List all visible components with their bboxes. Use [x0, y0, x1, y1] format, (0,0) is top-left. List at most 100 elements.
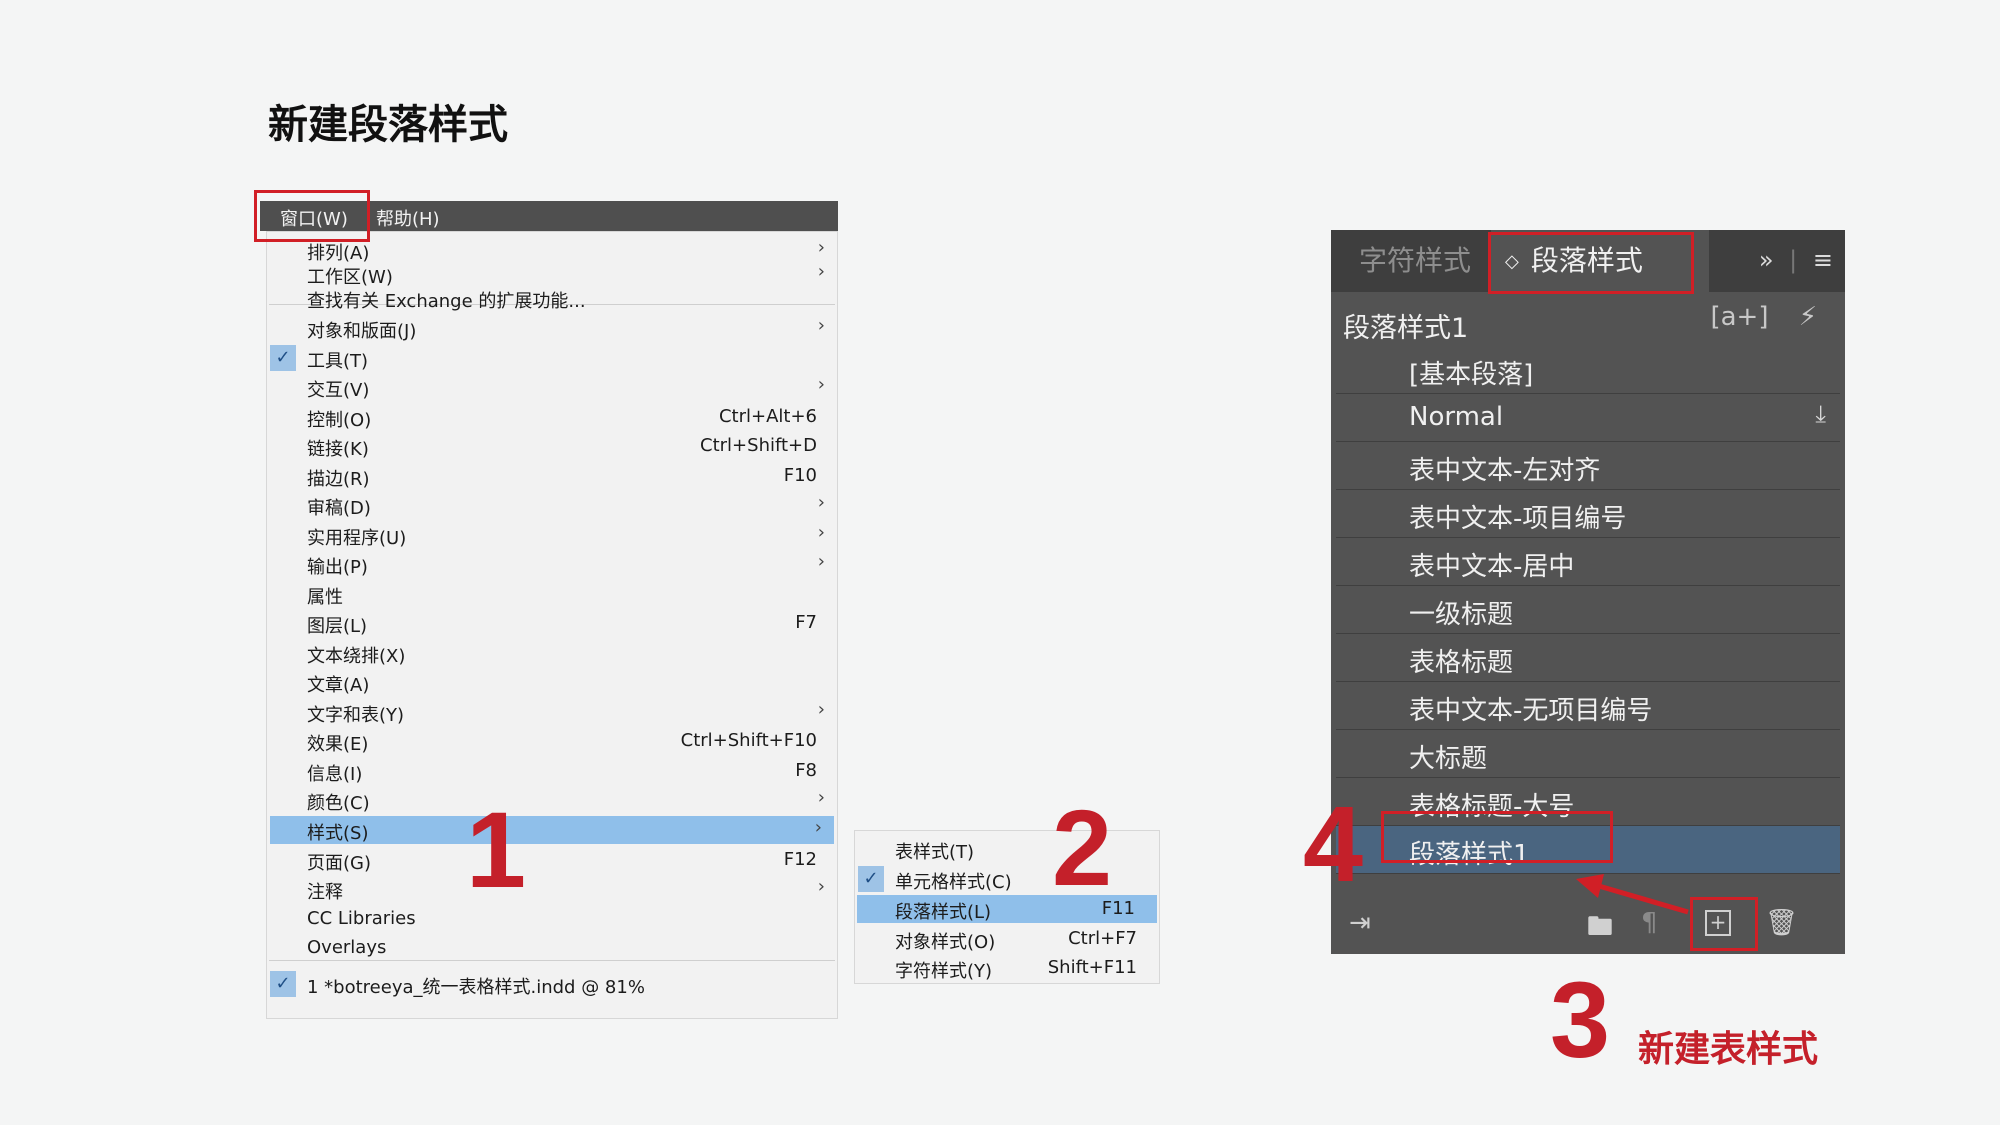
chevron-right-icon: ›: [817, 374, 825, 395]
style-name: 表中文本-项目编号: [1409, 504, 1627, 534]
menu-item[interactable]: CC Libraries: [267, 905, 837, 933]
collapse-panel-icon[interactable]: »: [1759, 246, 1774, 274]
panel-menu-icon[interactable]: ≡: [1813, 246, 1833, 274]
menu-item[interactable]: 描边(R) F10: [267, 462, 837, 490]
menu-item-label: 描边(R): [307, 469, 370, 490]
menu-item[interactable]: 属性: [267, 580, 837, 608]
menu-item-label: 颜色(C): [307, 793, 370, 814]
panel-tab-icons: » | ≡: [1759, 246, 1833, 274]
menu-item-shortcut: F12: [783, 849, 817, 870]
menu-item-label: 图层(L): [307, 616, 368, 637]
menu-item[interactable]: 信息(I) F8: [267, 757, 837, 785]
style-list-item[interactable]: 表中文本-居中: [1336, 538, 1840, 586]
menu-item-shortcut: F7: [795, 612, 817, 633]
current-style-name: 段落样式1: [1343, 313, 1469, 344]
menu-item[interactable]: ✓ 1 *botreeya_统一表格样式.indd @ 81%: [267, 970, 837, 998]
menu-item[interactable]: 查找有关 Exchange 的扩展功能...: [267, 284, 837, 312]
style-name: 表中文本-左对齐: [1409, 456, 1601, 486]
menu-item-label: 文字和表(Y): [307, 705, 405, 726]
menu-item[interactable]: 对象和版面(J) ›: [267, 314, 837, 342]
menu-item[interactable]: 文字和表(Y) ›: [267, 698, 837, 726]
style-list-item[interactable]: Normal ⤓: [1336, 394, 1840, 442]
menu-item[interactable]: ✓ 工具(T): [267, 344, 837, 372]
menu-item-shortcut: Ctrl+Shift+D: [700, 435, 817, 456]
new-style-group-icon[interactable]: 🖿: [1587, 908, 1613, 952]
style-name: 表格标题: [1409, 648, 1514, 678]
menu-item-label: 注释: [307, 882, 343, 903]
menu-item-shortcut: Ctrl+Alt+6: [718, 406, 817, 427]
page-title: 新建段落样式: [268, 102, 508, 148]
menu-item[interactable]: 输出(P) ›: [267, 550, 837, 578]
chevron-right-icon: ›: [817, 876, 825, 897]
menu-item[interactable]: 链接(K) Ctrl+Shift+D: [267, 432, 837, 460]
menu-item[interactable]: 文章(A): [267, 668, 837, 696]
style-name: 表中文本-无项目编号: [1409, 696, 1653, 726]
style-name: Normal: [1409, 402, 1504, 432]
style-list: [基本段落] Normal ⤓ 表中文本-左对齐 表中文本-项目编号 表中文本-居中一级标…: [1336, 346, 1840, 874]
menu-item-label: 输出(P): [307, 557, 368, 578]
menu-item[interactable]: 图层(L) F7: [267, 609, 837, 637]
style-list-item[interactable]: 表格标题: [1336, 634, 1840, 682]
tab-character-styles[interactable]: 字符样式: [1359, 230, 1471, 292]
checkmark-icon: ✓: [858, 866, 884, 892]
style-list-item[interactable]: 大标题: [1336, 730, 1840, 778]
menu-item-label: 交互(V): [307, 380, 370, 401]
style-list-item[interactable]: 一级标题: [1336, 586, 1840, 634]
style-list-item[interactable]: [基本段落]: [1336, 346, 1840, 394]
load-styles-icon[interactable]: ⇥: [1349, 908, 1371, 938]
import-icon: ⤓: [1815, 400, 1826, 428]
step-number-4: 4: [1303, 783, 1364, 904]
submenu-item[interactable]: 表样式(T): [855, 835, 1159, 863]
submenu-item-label: 对象样式(O): [895, 932, 996, 953]
menu-item-label: 文章(A): [307, 675, 370, 696]
styles-submenu: 表样式(T) ✓ 单元格样式(C) 段落样式(L) F11 对象样式(O) Ctrl+F7 字…: [854, 830, 1160, 984]
tab-divider: |: [1789, 246, 1798, 274]
submenu-item[interactable]: 字符样式(Y) Shift+F11: [855, 954, 1159, 982]
override-style-icon[interactable]: [a+]: [1710, 302, 1768, 332]
highlight-box-window-menu: [254, 190, 370, 242]
style-list-item[interactable]: 表中文本-项目编号: [1336, 490, 1840, 538]
menu-item-label: 属性: [307, 587, 343, 608]
menu-item[interactable]: 控制(O) Ctrl+Alt+6: [267, 403, 837, 431]
step-number-3: 3: [1550, 959, 1611, 1080]
menu-item[interactable]: 文本绕排(X): [267, 639, 837, 667]
style-list-item[interactable]: 表中文本-无项目编号: [1336, 682, 1840, 730]
menu-item-label: 信息(I): [307, 764, 363, 785]
submenu-item-label: 表样式(T): [895, 842, 975, 863]
menu-item-label: 1 *botreeya_统一表格样式.indd @ 81%: [307, 977, 645, 998]
menu-item-label: 实用程序(U): [307, 528, 407, 549]
step-number-1: 1: [466, 789, 527, 910]
delete-style-icon[interactable]: 🗑: [1765, 908, 1798, 938]
quick-apply-icon[interactable]: ⚡: [1799, 302, 1817, 332]
menu-item-label: CC Libraries: [307, 908, 416, 929]
clear-overrides-icon[interactable]: ¶: [1641, 908, 1658, 938]
style-name: 表中文本-居中: [1409, 552, 1575, 582]
menu-item-label: 对象和版面(J): [307, 321, 417, 342]
menu-item[interactable]: 效果(E) Ctrl+Shift+F10: [267, 727, 837, 755]
submenu-item-label: 单元格样式(C): [895, 872, 1012, 893]
submenu-item[interactable]: 对象样式(O) Ctrl+F7: [855, 925, 1159, 953]
menu-item[interactable]: 审稿(D) ›: [267, 491, 837, 519]
menu-item[interactable]: 页面(G) F12: [267, 846, 837, 874]
menu-item-label: 查找有关 Exchange 的扩展功能...: [307, 291, 586, 312]
highlight-box-paragraph-tab: [1488, 232, 1694, 294]
highlight-box-new-style: [1381, 811, 1613, 863]
submenu-item[interactable]: ✓ 单元格样式(C): [855, 865, 1159, 893]
window-menu-dropdown: 排列(A) › 工作区(W) › 查找有关 Exchange 的扩展功能... 对象和版面…: [266, 231, 838, 1019]
menu-help[interactable]: 帮助(H): [376, 205, 440, 231]
chevron-right-icon: ›: [817, 315, 825, 336]
menu-item-label: Overlays: [307, 937, 387, 958]
chevron-right-icon: ›: [817, 492, 825, 513]
chevron-right-icon: ›: [817, 522, 825, 543]
menu-item[interactable]: 实用程序(U) ›: [267, 521, 837, 549]
menu-item[interactable]: 颜色(C) ›: [267, 786, 837, 814]
menu-item[interactable]: 注释 ›: [267, 875, 837, 903]
menu-item[interactable]: 样式(S) ›: [270, 816, 834, 844]
style-list-item[interactable]: 表中文本-左对齐: [1336, 442, 1840, 490]
menu-item[interactable]: Overlays: [267, 934, 837, 962]
menu-item-shortcut: F10: [783, 465, 817, 486]
step-number-2: 2: [1052, 787, 1113, 908]
menu-item-label: 审稿(D): [307, 498, 371, 519]
chevron-right-icon: ›: [814, 817, 822, 838]
menu-item[interactable]: 交互(V) ›: [267, 373, 837, 401]
